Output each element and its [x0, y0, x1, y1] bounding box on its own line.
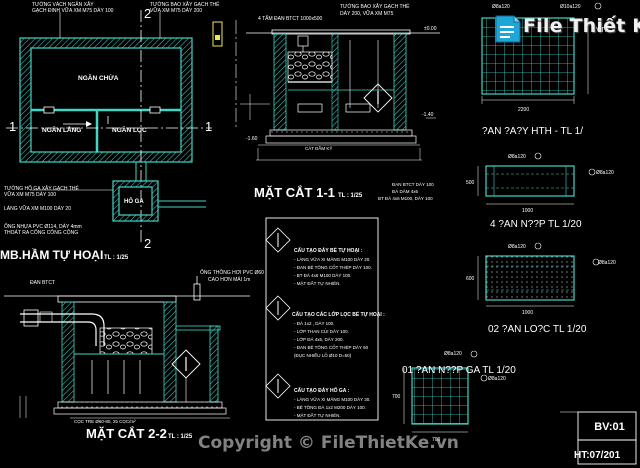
- legend-item-2-2: - LỚP THAN CỦI DÀY 100.: [294, 328, 349, 334]
- detail4-rebar-1: Ø8a120: [444, 351, 462, 357]
- legend-item-1-2: - ĐAN BÊ TÔNG CỐT THÉP DÀY 100.: [294, 263, 372, 270]
- drawing-code: HT:07/201: [574, 450, 621, 461]
- section22-scale: TL : 1/25: [168, 434, 193, 440]
- section11-note-3: DÀY 200, VỮA XM M75: [340, 10, 394, 17]
- section11-level-3: -1.60: [246, 136, 258, 142]
- legend-item-2-5: (ĐỤC NHIỀU LỖ Ø10 D=50): [294, 352, 352, 358]
- plan-note-top-left-2: GẠCH ĐINH VỮA XM M75 DÀY 100: [32, 7, 114, 14]
- plan-mark-1-left: 1: [9, 119, 16, 134]
- legend-heading-2: CẤU TẠO CÁC LỚP LỌC BỂ TỰ HOẠI :: [292, 310, 385, 318]
- detail-3-filter-slab: [477, 242, 600, 307]
- legend-item-2-1: - ĐÁ 1x2 , DÀY 100.: [294, 320, 334, 326]
- legend-item-3-1: - LÁNG VỮA XI MĂNG M100 DÀY 30.: [294, 396, 371, 402]
- plan-mark-2-bottom: 2: [144, 236, 151, 251]
- legend-item-2-3: - LỚP ĐÁ 4x6, DÀY 200.: [294, 336, 344, 342]
- detail2-dim-1000: 1000: [522, 208, 533, 214]
- detail3-rebar-2: Ø8a120: [598, 260, 616, 266]
- copyright-watermark: Copyright © FileThietKe.vn: [198, 433, 459, 453]
- section11-level-2: -1.40: [422, 112, 434, 118]
- plan-note-top-right-1: TƯỜNG BAO XÂY GẠCH THẺ: [150, 1, 220, 8]
- detail3-dim-1000: 1000: [522, 310, 533, 316]
- section-1-1-view: [240, 29, 440, 161]
- detail4-rebar-2: Ø8a120: [488, 376, 506, 382]
- detail4-title: 01 ?AN N??P GA TL 1/20: [402, 365, 516, 376]
- plan-note-bottom-4: ỐNG NHỰA PVC Ø114, DÀY 4mm: [4, 223, 82, 230]
- detail2-title: 4 ?AN N??P TL 1/20: [490, 219, 582, 230]
- detail1-title: ?AN ?A?Y HTH - TL 1/: [482, 126, 583, 137]
- section11-title: MẶT CẮT 1-1: [254, 185, 335, 200]
- detail-4-manhole-cover: [403, 350, 488, 433]
- section11-note-4: ĐAN BTCT DÀY 100: [392, 181, 434, 187]
- section22-note-4: CỌC TRE Ø60-80, 25 CỌC/m²: [74, 419, 136, 424]
- section11-note-7: CÁT ĐẦM KỸ: [305, 145, 332, 151]
- legend-item-1-3: - BT ĐÁ 4x6 M100 DÀY 100.: [294, 272, 351, 278]
- section11-note-6: BT ĐÁ 4x6 M100, DÀY 100: [378, 195, 433, 201]
- sheet-number: BV:01: [594, 421, 625, 433]
- section22-note-1: ĐAN BTCT: [30, 280, 55, 286]
- detail2-dim-500: 500: [466, 180, 475, 186]
- section11-note-2: TƯỜNG BAO XÂY GẠCH THẺ: [340, 3, 410, 10]
- section11-scale: TL : 1/25: [338, 193, 363, 199]
- detail3-title: 02 ?AN LO?C TL 1/20: [488, 324, 587, 335]
- section11-level-1: ±0.00: [424, 26, 437, 32]
- detail2-rebar-1: Ø8a120: [508, 154, 526, 160]
- plan-scale: TL : 1/25: [104, 255, 129, 261]
- plan-room-lang: NGĂN LẮNG: [42, 125, 81, 134]
- plan-title: MB.HẦM TỰ HOẠI: [0, 247, 103, 262]
- plan-room-loc: NGĂN LỌC: [112, 125, 147, 134]
- detail1-dim-2200: 2200: [518, 107, 529, 113]
- section22-title: MẶT CẮT 2-2: [86, 426, 167, 441]
- section11-note-5: ĐÁ DĂM 4x6: [392, 188, 419, 194]
- section22-note-3: CAO HƠN MÁI 1m: [208, 276, 250, 283]
- plan-note-bottom-1: TƯỜNG HỐ GA XÂY GẠCH THẺ: [4, 185, 79, 192]
- section11-note-1: 4 TẤM ĐAN BTCT 1000x500: [258, 15, 323, 22]
- plan-mark-1-right: 1: [205, 119, 212, 134]
- plan-mark-2-top: 2: [144, 6, 151, 21]
- logo-suffix: .vn: [593, 25, 607, 35]
- plan-note-top-left-1: TƯỜNG VÁCH NGĂN XÂY: [32, 1, 94, 8]
- detail-2-cover-slab: [477, 152, 596, 205]
- legend-item-1-4: - MẶT ĐẤT TỰ NHIÊN.: [294, 279, 341, 286]
- plan-room-chua: NGĂN CHỨA: [78, 73, 119, 82]
- plan-note-bottom-2: VỮA XM M75 DÀY 100: [4, 191, 56, 198]
- plan-note-bottom-3: LÁNG VỮA XM M100 DÀY 20: [4, 205, 71, 212]
- detail3-dim-600: 600: [466, 276, 475, 282]
- legend-item-1-1: - LÁNG VỮA XI MĂNG M100 DÀY 20.: [294, 256, 371, 262]
- plan-room-hoga: HỐ GA: [124, 198, 144, 205]
- plan-note-top-right-2: VỮA XM M75 DÀY 200: [150, 7, 202, 14]
- legend-heading-1: CẤU TẠO ĐÁY BỂ TỰ HOẠI :: [294, 247, 363, 254]
- legend-item-3-2: - BÊ TÔNG ĐÁ 1x2 M200 DÀY 100.: [294, 403, 366, 410]
- detail2-rebar-2: Ø8a120: [596, 170, 614, 176]
- legend-heading-3: CẤU TẠO ĐÁY HỐ GA :: [294, 387, 350, 394]
- cad-drawing-canvas: TƯỜNG VÁCH NGĂN XÂY GẠCH ĐINH VỮA XM M75…: [0, 1, 637, 465]
- detail3-rebar-1: Ø8a120: [508, 244, 526, 250]
- detail1-rebar-2: Ø10a120: [560, 4, 581, 10]
- section22-note-2: ỐNG THÔNG HƠI PVC Ø60: [200, 269, 264, 276]
- section-2-2-view: [4, 276, 250, 419]
- detail4-dim-700-v: 700: [392, 394, 401, 400]
- logo-text: File Thiết Kế: [523, 15, 640, 37]
- plan-note-bottom-5: THOÁT RA CỐNG CÔNG CỘNG: [4, 229, 78, 236]
- legend-item-3-3: - MẶT ĐẤT TỰ NHIÊN.: [294, 411, 341, 418]
- legend-item-2-4: - ĐAN BÊ TÔNG CỐT THÉP DÀY 60: [294, 343, 369, 350]
- detail1-rebar-1: Ø8a120: [492, 4, 510, 10]
